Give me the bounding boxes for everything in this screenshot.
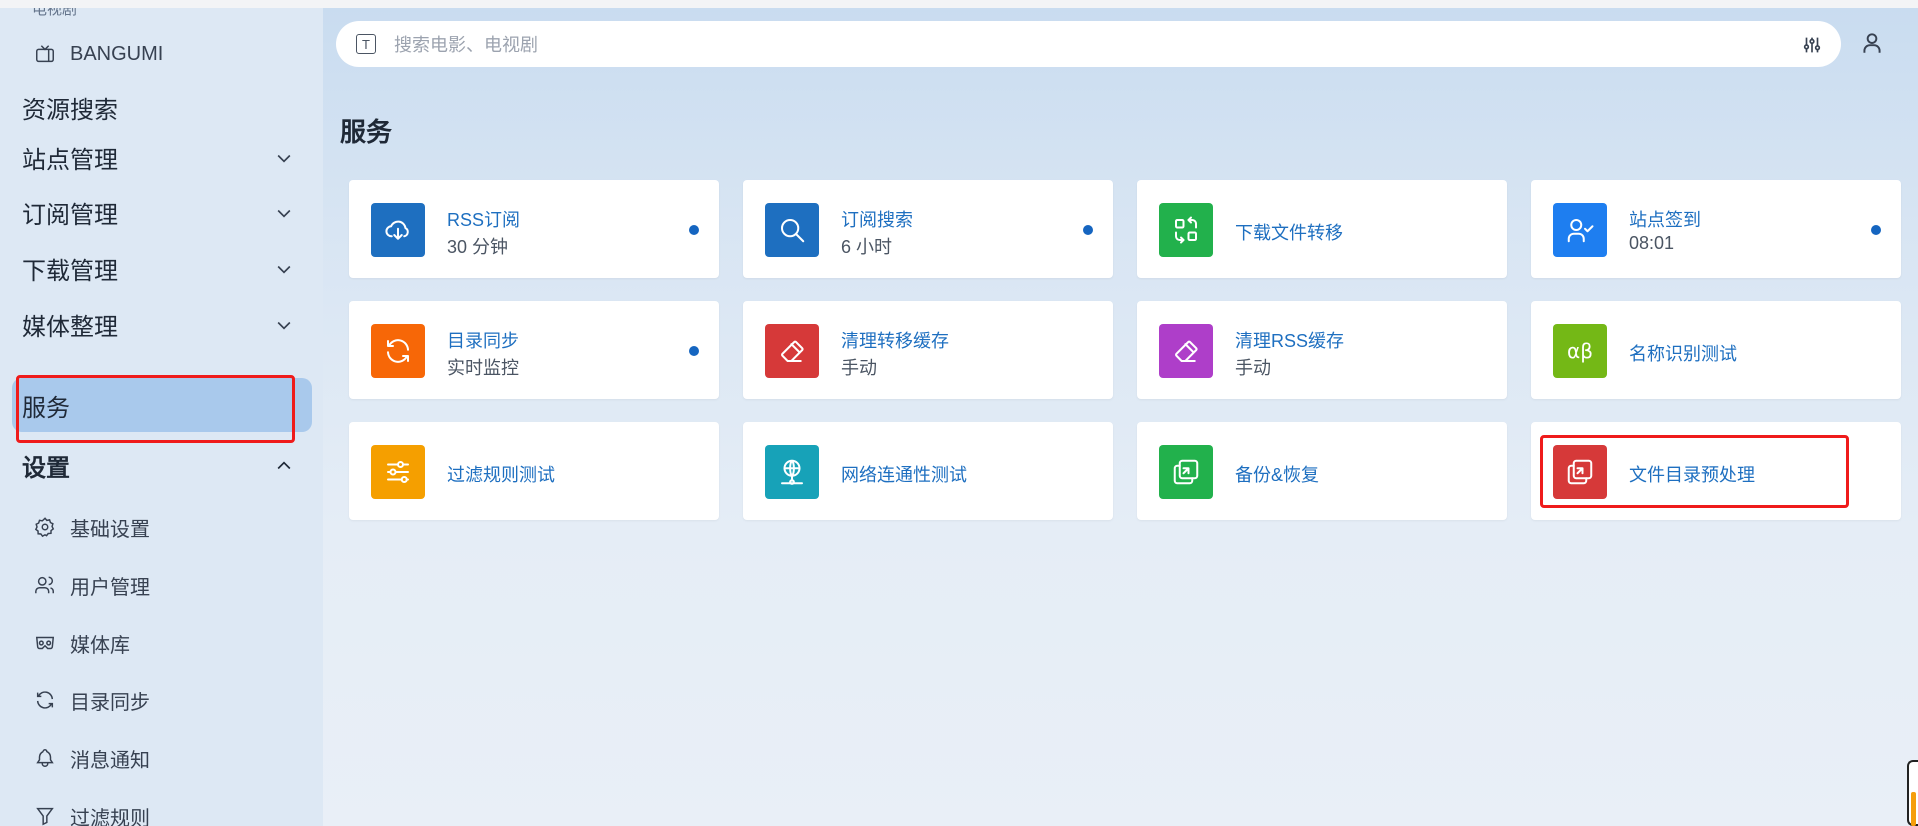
sidebar-item-label: 资源搜索 (22, 96, 118, 124)
backup-icon (1159, 445, 1213, 499)
sidebar-item-filter-rules[interactable]: 过滤规则 (32, 801, 150, 826)
chevron-up-icon (277, 461, 291, 470)
users-icon (32, 572, 58, 598)
search-type-icon: T (356, 34, 376, 54)
chevron-down-icon (277, 209, 291, 218)
service-card[interactable]: RSS订阅 30 分钟 (349, 180, 719, 278)
eraser-icon (1159, 324, 1213, 378)
eraser-icon (765, 324, 819, 378)
service-card-title[interactable]: 清理转移缓存 (841, 327, 949, 353)
highlight-box-file-preprocess (1540, 435, 1849, 508)
sidebar-item-notify[interactable]: 消息通知 (32, 743, 150, 773)
service-card-title[interactable]: 下载文件转移 (1235, 219, 1343, 245)
search-input[interactable]: 搜索电影、电视剧 (394, 31, 538, 57)
service-card-schedule: 手动 (1235, 358, 1271, 378)
filter-icon (32, 803, 58, 826)
service-card[interactable]: 备份&恢复 (1137, 422, 1507, 520)
refresh-icon (32, 687, 58, 713)
status-dot (689, 225, 699, 235)
sidebar-item-label: BANGUMI (70, 42, 164, 65)
service-card-schedule: 实时监控 (447, 358, 519, 378)
status-dot (1083, 225, 1093, 235)
network-icon (765, 445, 819, 499)
sidebar-item-library[interactable]: 媒体库 (32, 628, 130, 658)
sidebar-item-label: 媒体库 (70, 634, 130, 657)
service-card-title[interactable]: 备份&恢复 (1235, 461, 1319, 487)
sidebar-item-label: 消息通知 (70, 749, 150, 772)
cloud-download-icon (371, 203, 425, 257)
sidebar-item-tv-partial[interactable]: 电视剧 (32, 8, 77, 19)
service-card-schedule: 08:01 (1629, 233, 1675, 253)
sidebar-item-label: 目录同步 (70, 691, 150, 714)
user-icon[interactable] (1859, 30, 1885, 56)
sidebar-item-site-mgmt[interactable]: 站点管理 (22, 137, 312, 177)
service-card[interactable]: 过滤规则测试 (349, 422, 719, 520)
service-card-title[interactable]: RSS订阅 (447, 206, 520, 232)
service-card[interactable]: αβ 名称识别测试 (1531, 301, 1901, 399)
chevron-down-icon (277, 154, 291, 163)
filter-settings-icon[interactable] (1801, 34, 1823, 56)
highlight-box-services (16, 375, 295, 443)
transfer-icon (1159, 203, 1213, 257)
sidebar-item-settings[interactable]: 设置 (22, 445, 312, 485)
page-title: 服务 (340, 117, 393, 147)
service-card-schedule: 手动 (841, 358, 877, 378)
gear-icon (32, 514, 58, 540)
sidebar-item-bangumi[interactable]: BANGUMI (32, 39, 163, 69)
chevron-down-icon (277, 265, 291, 274)
service-card[interactable]: 清理转移缓存 手动 (743, 301, 1113, 399)
service-card-schedule: 6 小时 (841, 237, 893, 257)
sidebar-item-label: 下载管理 (22, 257, 118, 285)
service-card[interactable]: 下载文件转移 (1137, 180, 1507, 278)
scrollbar-thumb[interactable] (1907, 760, 1918, 826)
service-card[interactable]: 订阅搜索 6 小时 (743, 180, 1113, 278)
service-card-title[interactable]: 网络连通性测试 (841, 461, 967, 487)
status-dot (1871, 225, 1881, 235)
service-card-title[interactable]: 名称识别测试 (1629, 340, 1737, 366)
main-content: T 搜索电影、电视剧 服务 (323, 8, 1918, 826)
refresh-icon (371, 324, 425, 378)
service-card[interactable]: 站点签到 08:01 (1531, 180, 1901, 278)
sidebar-item-subscribe-mgmt[interactable]: 订阅管理 (22, 192, 312, 232)
glasses-icon (32, 630, 58, 656)
bell-icon (32, 745, 58, 771)
sidebar-item-label: 媒体整理 (22, 313, 118, 341)
service-card-title[interactable]: 过滤规则测试 (447, 461, 555, 487)
sidebar-item-media-org[interactable]: 媒体整理 (22, 304, 312, 344)
search-icon (765, 203, 819, 257)
search-bar[interactable]: T 搜索电影、电视剧 (336, 21, 1841, 67)
window-top-edge (0, 0, 1918, 8)
chevron-down-icon (277, 321, 291, 330)
service-card-title[interactable]: 站点签到 (1629, 206, 1701, 232)
service-card-title[interactable]: 订阅搜索 (841, 206, 913, 232)
service-card[interactable]: 目录同步 实时监控 (349, 301, 719, 399)
tv-icon (32, 41, 58, 67)
alpha-beta-icon: αβ (1553, 324, 1607, 378)
sidebar-item-label: 用户管理 (70, 576, 150, 599)
sidebar-item-basic-settings[interactable]: 基础设置 (32, 512, 150, 542)
sidebar-item-dir-sync[interactable]: 目录同步 (32, 685, 150, 715)
sidebar-item-download-mgmt[interactable]: 下载管理 (22, 248, 312, 288)
service-card[interactable]: 清理RSS缓存手动 (1137, 301, 1507, 399)
service-card-title[interactable]: 目录同步 (447, 327, 519, 353)
sidebar-item-label: 过滤规则 (70, 807, 150, 826)
sidebar-item-resource-search[interactable]: 资源搜索 (22, 87, 312, 127)
sidebar-item-users[interactable]: 用户管理 (32, 570, 150, 600)
service-card[interactable]: 网络连通性测试 (743, 422, 1113, 520)
sidebar-item-label: 订阅管理 (22, 201, 118, 229)
service-card-title[interactable]: 清理RSS缓存 (1235, 327, 1344, 353)
status-dot (689, 346, 699, 356)
service-card-schedule: 30 分钟 (447, 237, 509, 257)
user-check-icon (1553, 203, 1607, 257)
sliders-icon (371, 445, 425, 499)
sidebar-item-label: 设置 (22, 454, 70, 482)
sidebar-item-label: 基础设置 (70, 518, 150, 541)
sidebar-item-label: 站点管理 (22, 146, 118, 174)
